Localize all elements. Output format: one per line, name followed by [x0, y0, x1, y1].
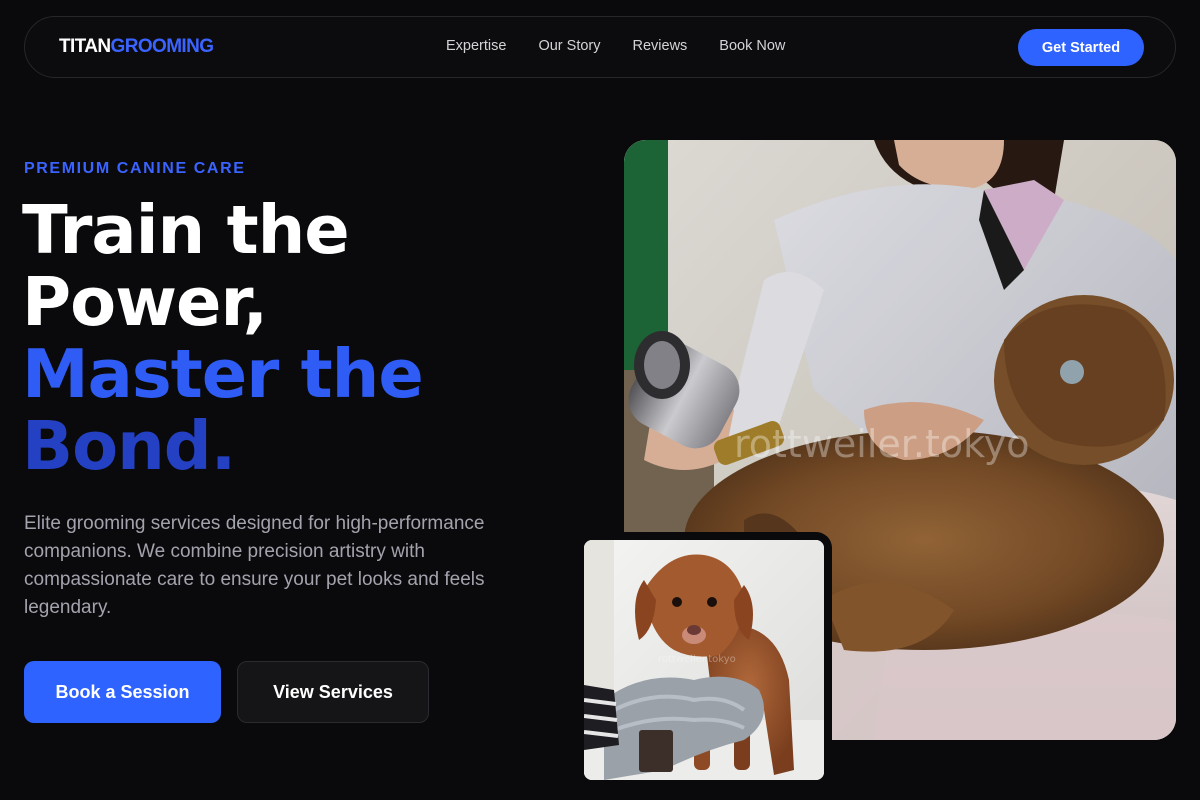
top-navbar: TITANGROOMING Expertise Our Story Review…	[24, 16, 1176, 78]
headline-line-1: Train the	[22, 191, 350, 269]
nav-link-book-now[interactable]: Book Now	[719, 38, 785, 54]
headline-line-4: Bond.	[22, 407, 236, 485]
nav-links: Expertise Our Story Reviews Book Now	[446, 38, 817, 54]
brand-logo[interactable]: TITANGROOMING	[59, 36, 214, 58]
get-started-button[interactable]: Get Started	[1018, 29, 1144, 66]
nav-link-our-story[interactable]: Our Story	[538, 38, 600, 54]
headline-line-2: Power,	[22, 263, 268, 341]
hero-headline: Train the Power, Master the Bond.	[22, 191, 424, 485]
logo-part-titan: TITAN	[59, 36, 111, 57]
hero-eyebrow: PREMIUM CANINE CARE	[24, 160, 246, 177]
dog-towel-photo: rottweiler.tokyo	[584, 540, 824, 780]
logo-part-grooming: GROOMING	[110, 36, 214, 57]
book-session-button[interactable]: Book a Session	[24, 661, 221, 723]
main-photo-watermark: rottweiler.tokyo	[734, 422, 1030, 466]
nav-link-reviews[interactable]: Reviews	[633, 38, 688, 54]
hero-description: Elite grooming services designed for hig…	[24, 513, 485, 618]
nav-link-expertise[interactable]: Expertise	[446, 38, 506, 54]
view-services-button[interactable]: View Services	[237, 661, 429, 723]
inset-photo-watermark: rottweiler.tokyo	[658, 654, 736, 665]
headline-line-3: Master the	[22, 335, 424, 413]
